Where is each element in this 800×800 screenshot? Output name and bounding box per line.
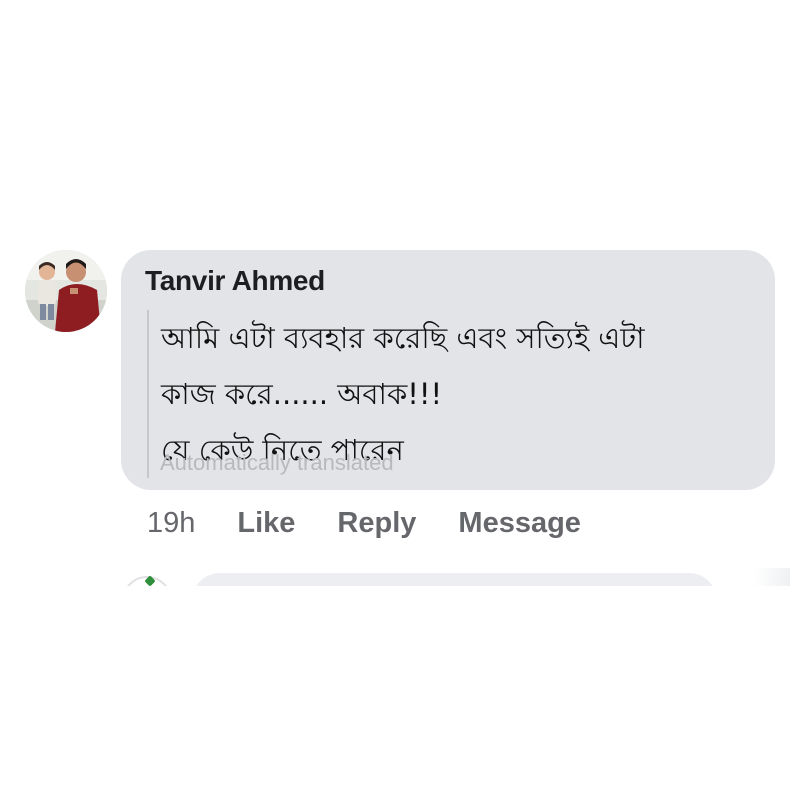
avatar[interactable] — [25, 250, 107, 332]
comment-bubble: Tanvir Ahmed আমি এটা ব্যবহার করেছি এবং স… — [121, 250, 775, 490]
edge-shadow — [730, 568, 790, 586]
reply-button[interactable]: Reply — [337, 507, 416, 540]
next-comment-preview — [0, 568, 800, 586]
translation-note[interactable]: Automatically translated — [160, 450, 394, 476]
comment-text-line: আমি এটা ব্যবহার করেছি এবং সত্যিই এটা — [161, 321, 645, 355]
comment-timestamp[interactable]: 19h — [147, 507, 195, 540]
comment-actions: 19h Like Reply Message — [147, 503, 623, 543]
like-button[interactable]: Like — [237, 507, 295, 540]
comment-author-name[interactable]: Tanvir Ahmed — [145, 265, 325, 297]
profile-photo-icon — [25, 250, 107, 332]
next-comment-bubble — [192, 573, 717, 586]
comment-thread: Tanvir Ahmed আমি এটা ব্যবহার করেছি এবং স… — [0, 0, 800, 800]
comment-text-line: কাজ করে...... অবাক!!! — [161, 377, 443, 411]
message-button[interactable]: Message — [458, 507, 581, 540]
